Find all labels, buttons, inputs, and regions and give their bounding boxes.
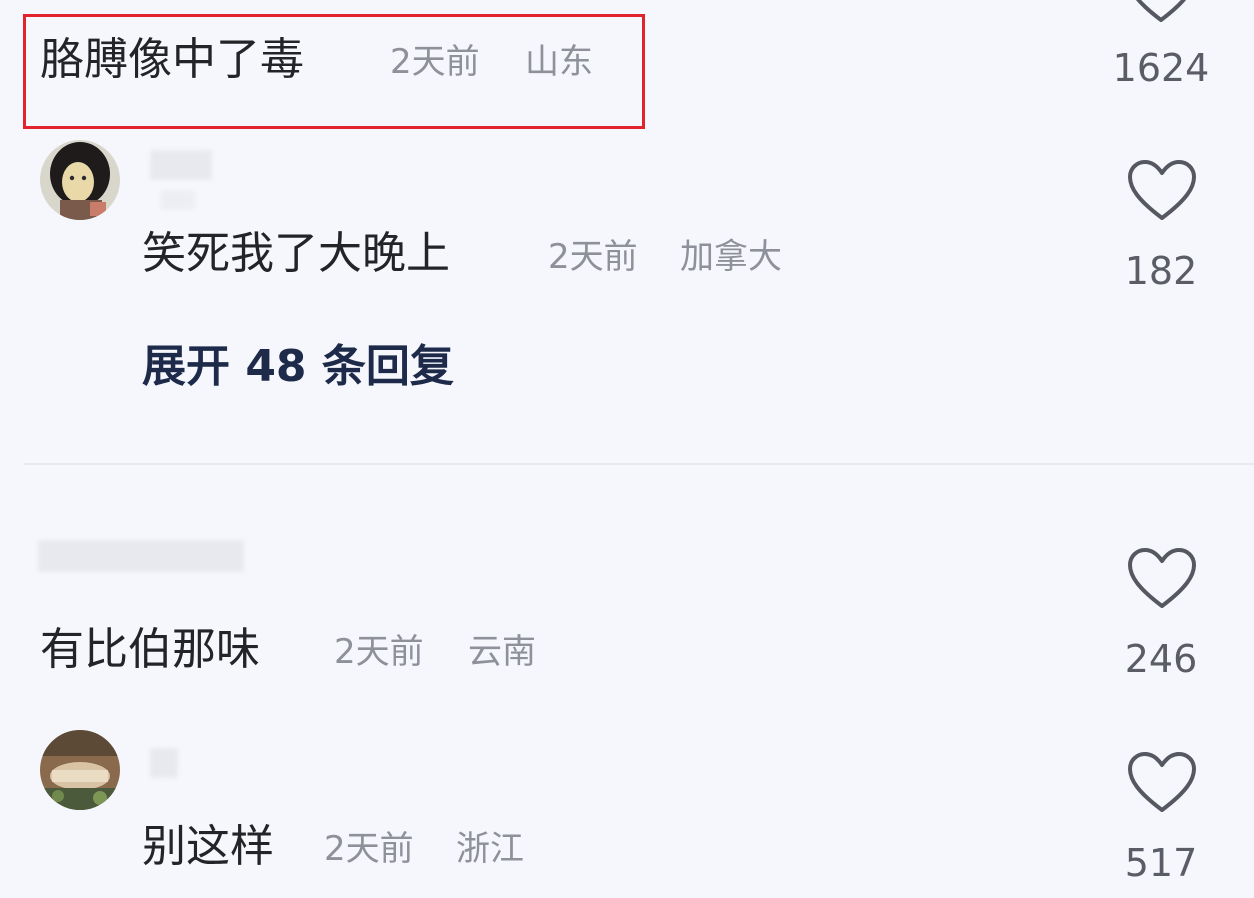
username-blurred xyxy=(160,190,196,210)
comment-location: 浙江 xyxy=(456,829,524,869)
comment-text: 别这样 xyxy=(142,821,274,872)
comment-time: 2天前 xyxy=(548,237,638,277)
comment-location: 山东 xyxy=(525,42,593,82)
heart-icon[interactable] xyxy=(1126,158,1198,224)
comment-time: 2天前 xyxy=(324,829,414,869)
username-blurred xyxy=(38,540,244,572)
heart-icon[interactable] xyxy=(1125,0,1197,26)
like-count: 1624 xyxy=(1112,46,1210,90)
avatar[interactable] xyxy=(40,140,120,220)
divider xyxy=(24,463,1254,465)
comment-text: 有比伯那味 xyxy=(40,624,260,675)
heart-icon[interactable] xyxy=(1126,546,1198,612)
comment-location: 加拿大 xyxy=(680,237,782,277)
comment-list-page: 1624 胳膊像中了毒 2天前 山东 182 笑死我了大晚上 2天前 加拿大 展… xyxy=(0,0,1254,898)
comment-time: 2天前 xyxy=(390,42,480,82)
heart-icon[interactable] xyxy=(1126,750,1198,816)
comment-location: 云南 xyxy=(468,632,536,672)
comment-time: 2天前 xyxy=(334,632,424,672)
like-count: 246 xyxy=(1124,637,1198,681)
comment-text: 笑死我了大晚上 xyxy=(142,228,450,279)
comment-text: 胳膊像中了毒 xyxy=(40,34,304,85)
username-blurred xyxy=(150,150,212,180)
like-count: 182 xyxy=(1124,249,1198,293)
like-count: 517 xyxy=(1124,841,1198,885)
avatar[interactable] xyxy=(40,730,120,810)
username-blurred xyxy=(150,748,178,778)
expand-replies-button[interactable]: 展开 48 条回复 xyxy=(142,345,454,389)
